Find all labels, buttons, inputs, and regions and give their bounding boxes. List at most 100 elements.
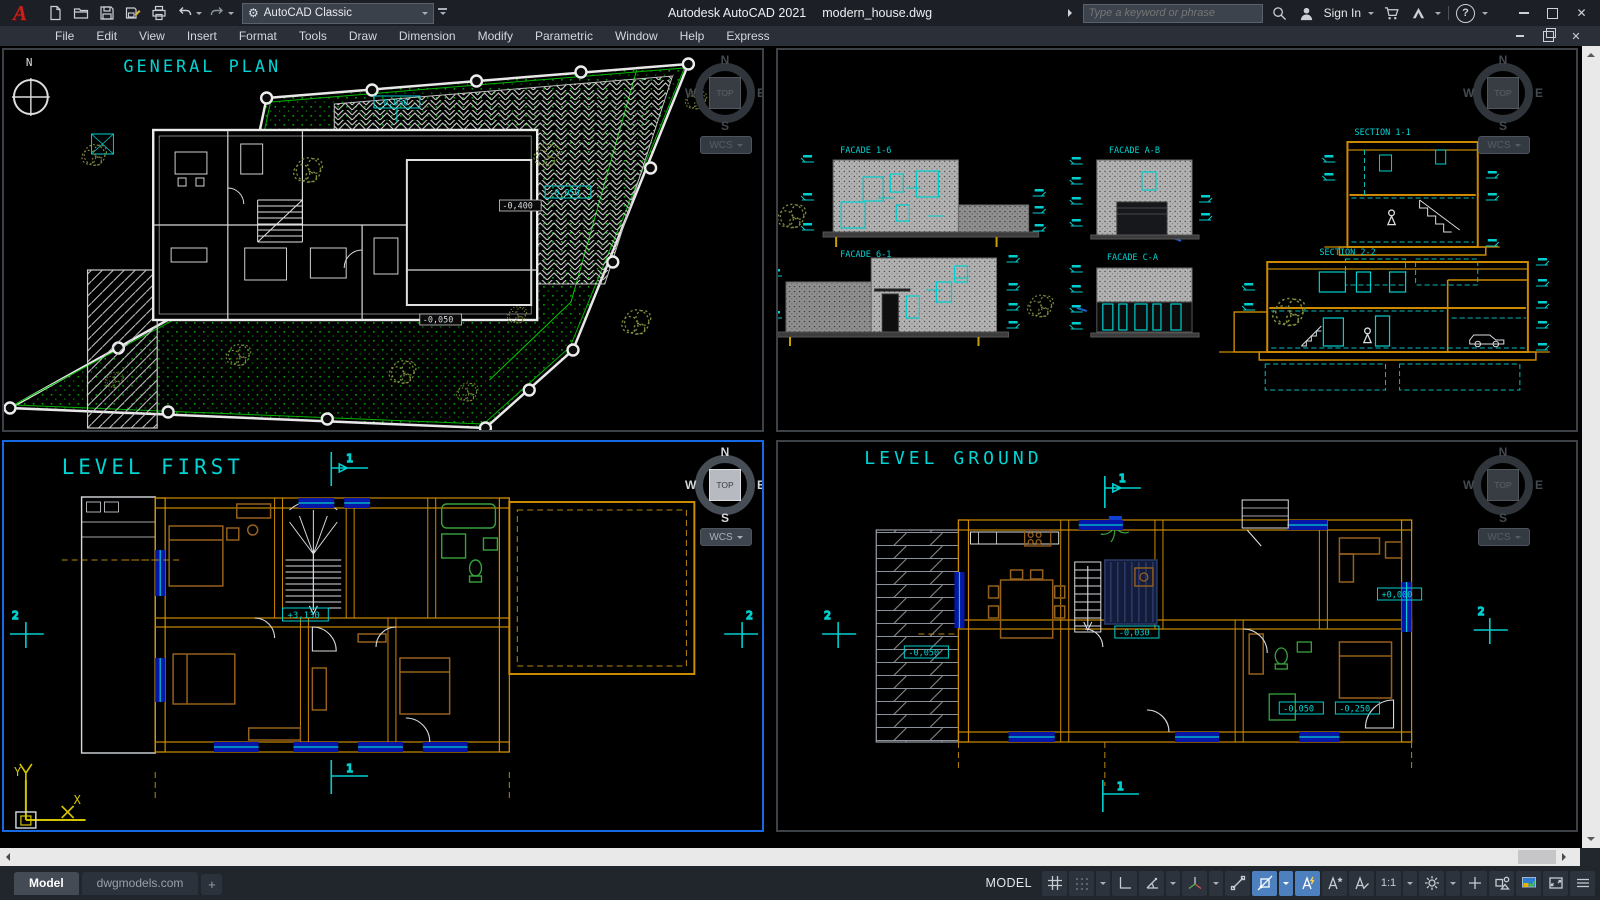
undo-button[interactable] (174, 2, 202, 24)
customization-menu-button[interactable] (1570, 871, 1595, 896)
menu-help[interactable]: Help (669, 26, 716, 46)
menu-draw[interactable]: Draw (338, 26, 388, 46)
wcs-dropdown[interactable]: WCS (1478, 136, 1530, 154)
viewcube-east[interactable]: E (757, 478, 764, 492)
viewcube-top-face[interactable]: TOP (1487, 469, 1519, 501)
object-snap-tracking-toggle[interactable] (1225, 871, 1250, 896)
sign-in-button[interactable]: Sign In (1324, 6, 1361, 20)
annotation-visibility-toggle[interactable] (1295, 871, 1320, 896)
viewport-level-ground[interactable]: LEVEL GROUND 1 1 2 2 (776, 440, 1578, 832)
viewcube-east[interactable]: E (757, 86, 764, 100)
ortho-toggle[interactable] (1112, 871, 1137, 896)
save-button[interactable] (96, 2, 118, 24)
scroll-left-icon[interactable] (6, 853, 10, 861)
viewcube-top-face[interactable]: TOP (1487, 77, 1519, 109)
menu-dimension[interactable]: Dimension (388, 26, 467, 46)
autocad-logo-icon[interactable]: A (0, 0, 40, 26)
autoscale-toggle[interactable] (1322, 871, 1347, 896)
viewcube[interactable]: N S W E TOP (1466, 448, 1540, 522)
polar-tracking-toggle[interactable] (1139, 871, 1164, 896)
qat-customize-button[interactable] (438, 8, 447, 18)
close-button[interactable]: ✕ (1567, 0, 1596, 26)
scroll-right-icon[interactable] (1562, 853, 1566, 861)
menu-format[interactable]: Format (228, 26, 288, 46)
open-file-button[interactable] (70, 2, 92, 24)
viewcube-south[interactable]: S (721, 511, 729, 525)
menu-edit[interactable]: Edit (85, 26, 128, 46)
menu-express[interactable]: Express (715, 26, 780, 46)
viewcube[interactable]: N S W E TOP (688, 448, 762, 522)
doc-restore-button[interactable] (1540, 27, 1556, 45)
menu-modify[interactable]: Modify (467, 26, 524, 46)
user-icon[interactable] (1297, 2, 1317, 24)
scroll-down-icon[interactable] (1587, 837, 1595, 841)
isolate-objects-button[interactable] (1489, 871, 1514, 896)
viewcube-west[interactable]: W (1463, 86, 1474, 100)
wcs-dropdown[interactable]: WCS (1478, 528, 1530, 546)
viewcube-north[interactable]: N (1499, 445, 1508, 459)
grid-toggle[interactable] (1042, 871, 1067, 896)
viewcube-south[interactable]: S (721, 119, 729, 133)
vertical-scrollbar[interactable] (1582, 46, 1600, 848)
isometric-drafting-toggle[interactable] (1182, 871, 1207, 896)
search-expand-icon[interactable] (1068, 9, 1076, 17)
viewcube[interactable]: N S W E TOP (1466, 56, 1540, 130)
viewcube-north[interactable]: N (721, 53, 730, 67)
new-file-button[interactable] (44, 2, 66, 24)
plot-button[interactable] (148, 2, 170, 24)
save-as-button[interactable] (122, 2, 144, 24)
iso-caret[interactable] (1209, 871, 1223, 896)
model-space-label[interactable]: MODEL (986, 876, 1032, 890)
viewcube-south[interactable]: S (1499, 119, 1507, 133)
viewport-facades[interactable]: FACADE 1-6 (776, 48, 1578, 432)
menu-tools[interactable]: Tools (288, 26, 338, 46)
search-icon[interactable] (1270, 2, 1290, 24)
viewcube-west[interactable]: W (685, 86, 696, 100)
sign-in-caret-icon[interactable] (1368, 12, 1374, 18)
workspace-caret[interactable] (1446, 871, 1460, 896)
viewport-general-plan[interactable]: -0,050 -0,050 -0,400 -0,050 N (2, 48, 764, 432)
viewcube-west[interactable]: W (1463, 478, 1474, 492)
viewcube-west[interactable]: W (685, 478, 696, 492)
graphics-performance-button[interactable] (1516, 871, 1541, 896)
wcs-dropdown[interactable]: WCS (700, 528, 752, 546)
autodesk-app-caret-icon[interactable] (1435, 12, 1441, 18)
workspace-switching-button[interactable] (1419, 871, 1444, 896)
clean-screen-button[interactable] (1543, 871, 1568, 896)
doc-minimize-button[interactable] (1512, 27, 1528, 45)
menu-insert[interactable]: Insert (176, 26, 228, 46)
redo-button[interactable] (206, 2, 234, 24)
wcs-dropdown[interactable]: WCS (700, 136, 752, 154)
minimize-button[interactable] (1509, 0, 1538, 26)
viewcube-north[interactable]: N (721, 445, 730, 459)
viewcube-north[interactable]: N (1499, 53, 1508, 67)
horizontal-scrollbar[interactable] (0, 848, 1580, 866)
snap-toggle[interactable] (1069, 871, 1094, 896)
maximize-button[interactable] (1538, 0, 1567, 26)
viewcube-east[interactable]: E (1535, 478, 1543, 492)
viewcube-east[interactable]: E (1535, 86, 1543, 100)
object-snap-caret[interactable] (1279, 871, 1293, 896)
workspace-selector[interactable]: ⚙ AutoCAD Classic (242, 3, 434, 24)
snap-caret[interactable] (1096, 871, 1110, 896)
viewport-level-first[interactable]: LEVEL FIRST 1 1 2 2 (2, 440, 764, 832)
autodesk-app-icon[interactable] (1408, 2, 1428, 24)
help-caret-icon[interactable] (1482, 12, 1488, 18)
annotation-scale-value[interactable]: 1:1 (1376, 871, 1401, 896)
menu-view[interactable]: View (128, 26, 176, 46)
annotation-scale-caret[interactable] (1403, 871, 1417, 896)
undo-caret-icon[interactable] (196, 12, 202, 18)
tab-model[interactable]: Model (14, 872, 79, 895)
scrollbar-thumb[interactable] (1518, 850, 1556, 864)
new-layout-button[interactable]: + (201, 874, 222, 895)
viewcube-top-face[interactable]: TOP (709, 77, 741, 109)
menu-parametric[interactable]: Parametric (524, 26, 604, 46)
scroll-up-icon[interactable] (1587, 53, 1595, 57)
search-input[interactable] (1083, 4, 1263, 23)
viewcube-south[interactable]: S (1499, 511, 1507, 525)
viewcube-top-face[interactable]: TOP (709, 469, 741, 501)
annotation-scale-icon[interactable] (1349, 871, 1374, 896)
viewcube[interactable]: N S W E TOP (688, 56, 762, 130)
tab-layout1[interactable]: dwgmodels.com (82, 872, 199, 895)
doc-close-button[interactable]: ✕ (1568, 27, 1584, 45)
